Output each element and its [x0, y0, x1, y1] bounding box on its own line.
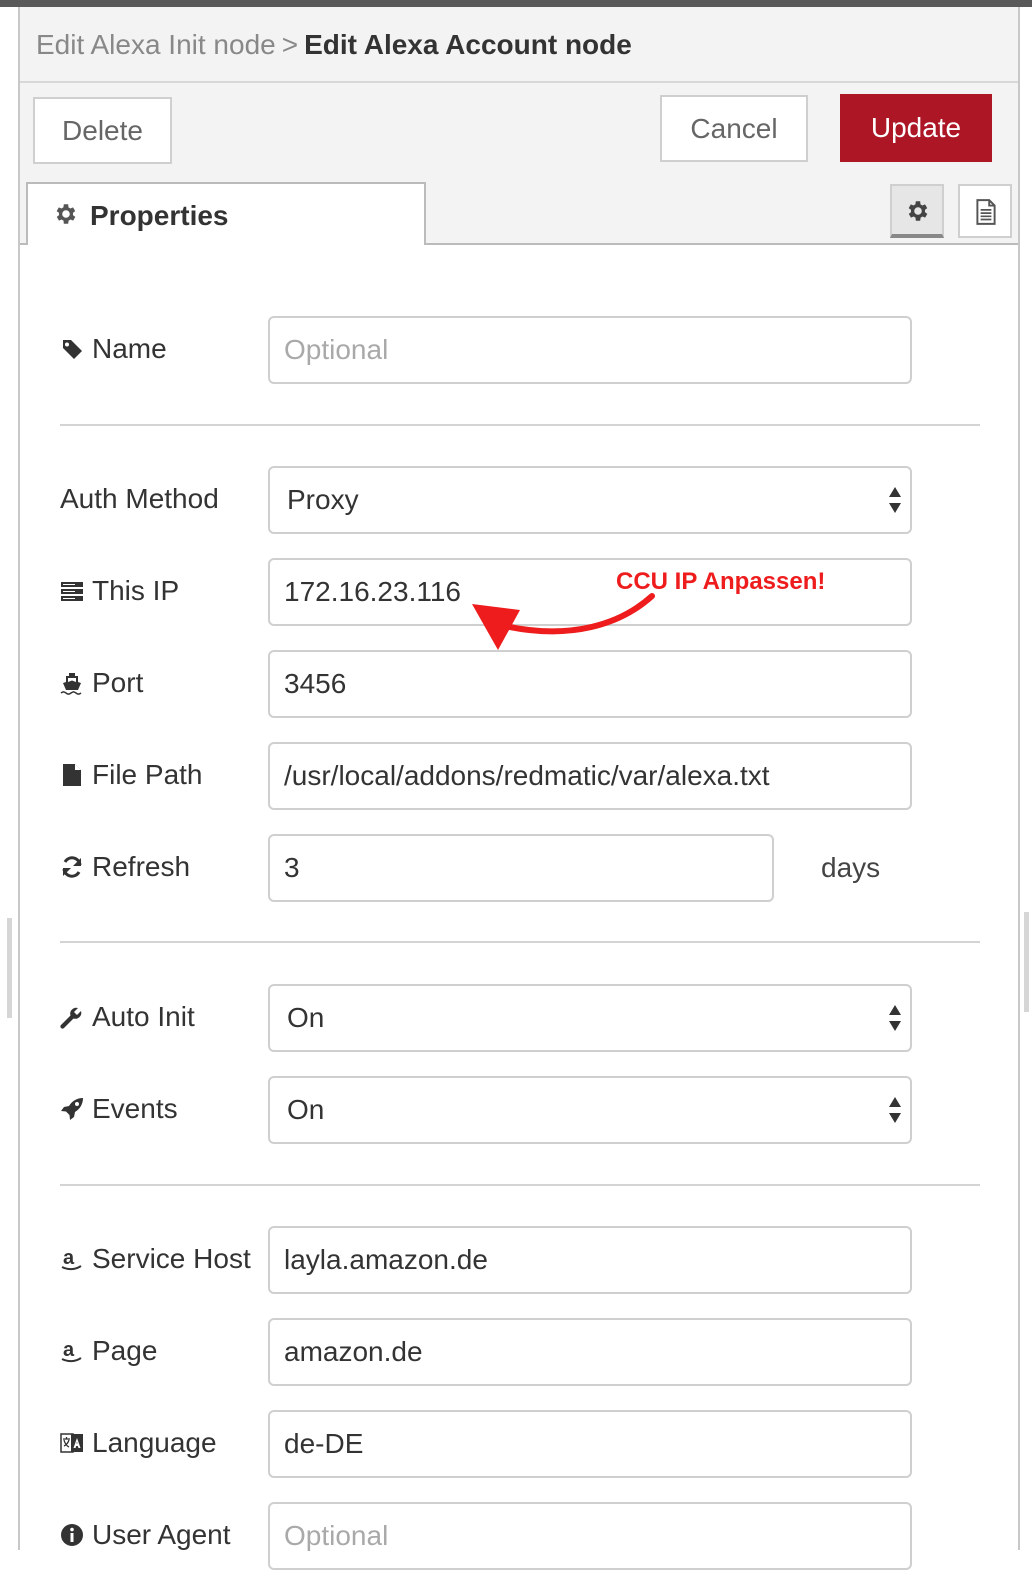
rocket-icon	[61, 1098, 83, 1120]
update-button[interactable]: Update	[840, 94, 992, 162]
auto-init-select[interactable]: On	[268, 984, 912, 1052]
name-label: Name	[60, 333, 167, 365]
amazon-icon: a	[61, 1247, 82, 1271]
auth-method-label: Auth Method	[60, 483, 219, 514]
right-resize-handle[interactable]	[1024, 912, 1029, 1012]
file-text-icon	[976, 199, 996, 225]
amazon-icon: a	[61, 1339, 82, 1363]
breadcrumb-separator: >	[281, 29, 299, 60]
section-divider	[60, 424, 980, 426]
left-resize-handle[interactable]	[7, 918, 12, 1018]
tag-icon	[62, 340, 82, 359]
gear-icon	[908, 201, 928, 221]
section-divider	[60, 1184, 980, 1186]
service-host-input[interactable]: layla.amazon.de	[268, 1226, 912, 1294]
svg-text:a: a	[63, 1247, 75, 1269]
auto-init-label: Auto Init	[60, 1001, 195, 1033]
this-ip-label: This IP	[60, 575, 179, 607]
window-top-bar	[0, 0, 1032, 7]
annotation-arrow-icon	[472, 593, 655, 650]
refresh-icon	[62, 856, 82, 878]
auth-method-select[interactable]: Proxy	[268, 466, 912, 534]
user-agent-input[interactable]: Optional	[268, 1502, 912, 1570]
tab-properties-label: Properties	[90, 200, 229, 231]
wrench-icon	[60, 1007, 82, 1029]
refresh-label: Refresh	[60, 851, 190, 883]
settings-tab-button[interactable]	[890, 184, 944, 238]
section-divider	[60, 941, 980, 943]
events-label: Events	[60, 1093, 178, 1125]
panel-right-border	[1018, 7, 1020, 1550]
breadcrumb-current: Edit Alexa Account node	[304, 29, 632, 60]
file-path-input[interactable]: /usr/local/addons/redmatic/var/alexa.txt	[268, 742, 912, 810]
file-icon	[63, 764, 81, 786]
language-label: Language	[60, 1427, 217, 1459]
page-input[interactable]: amazon.de	[268, 1318, 912, 1386]
port-input[interactable]: 3456	[268, 650, 912, 718]
info-circle-icon	[61, 1524, 83, 1546]
select-arrows-icon	[889, 1097, 901, 1123]
delete-button[interactable]: Delete	[33, 97, 172, 164]
refresh-unit: days	[821, 852, 881, 883]
cancel-button[interactable]: Cancel	[660, 95, 808, 162]
svg-text:a: a	[63, 1339, 75, 1361]
description-tab-button[interactable]	[958, 184, 1012, 238]
events-select[interactable]: On	[268, 1076, 912, 1144]
select-arrows-icon	[889, 1005, 901, 1031]
breadcrumb-parent[interactable]: Edit Alexa Init node	[36, 29, 276, 60]
service-host-label: a Service Host	[60, 1243, 251, 1275]
name-input[interactable]: Optional	[268, 316, 912, 384]
server-icon	[61, 582, 83, 601]
file-path-label: File Path	[60, 759, 203, 791]
refresh-input[interactable]: 3	[268, 834, 774, 902]
tray-toolbar: Delete Cancel Update	[20, 83, 1018, 175]
language-icon	[60, 1433, 83, 1453]
gear-icon	[56, 204, 76, 224]
select-arrows-icon	[889, 487, 901, 513]
tabs-bar: Properties	[20, 175, 1018, 245]
tab-properties[interactable]: Properties	[26, 182, 426, 245]
port-label: Port	[60, 667, 143, 699]
page-label: a Page	[60, 1335, 157, 1367]
language-input[interactable]: de-DE	[268, 1410, 912, 1478]
tray-header: Edit Alexa Init node > Edit Alexa Account …	[20, 7, 1018, 83]
user-agent-label: User Agent	[60, 1519, 231, 1551]
ship-icon	[60, 673, 82, 695]
breadcrumb: Edit Alexa Init node > Edit Alexa Account …	[36, 29, 632, 61]
